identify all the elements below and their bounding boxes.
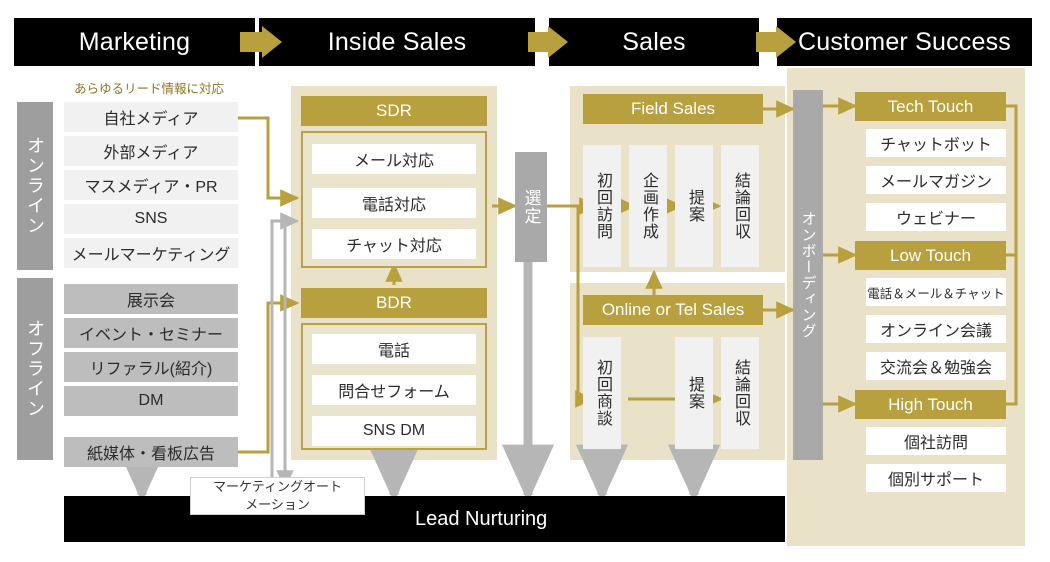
tech-touch-header[interactable]: Tech Touch <box>855 92 1006 121</box>
low-touch-item-3[interactable]: 交流会＆勉強会 <box>866 352 1006 380</box>
group-item-label: 個社訪問 <box>903 435 968 452</box>
lead-source-label: マスメディア・PR <box>84 179 218 196</box>
lead-source-label: 自社メディア <box>103 111 199 128</box>
phase-label: Marketing <box>78 27 191 56</box>
sdr-item-1[interactable]: メール対応 <box>312 144 476 174</box>
low-touch-item-1[interactable]: 電話＆メール＆チャット <box>866 278 1006 306</box>
phase-header-marketing[interactable]: Marketing <box>14 18 255 66</box>
lead-source-offline-5[interactable]: 紙媒体・看板広告 <box>64 437 238 467</box>
online-tel-step-2[interactable]: 提案 <box>675 337 713 449</box>
sdr-item-label: チャット対応 <box>346 238 442 255</box>
group-title: Tech Touch <box>887 96 974 116</box>
group-title: High Touch <box>888 394 973 414</box>
bdr-item-label: SNS DM <box>362 422 426 439</box>
sdr-item-label: メール対応 <box>353 153 434 170</box>
group-item-label: 電話＆メール＆チャット <box>867 286 1005 301</box>
field-sales-header[interactable]: Field Sales <box>583 94 763 124</box>
phase-label: Inside Sales <box>327 27 467 56</box>
bdr-item-1[interactable]: 電話 <box>312 334 476 364</box>
lead-source-offline-1[interactable]: 展示会 <box>64 284 238 314</box>
field-sales-title: Field Sales <box>630 99 716 118</box>
step-label: 結論回収 <box>732 172 749 240</box>
high-touch-item-1[interactable]: 個社訪問 <box>866 427 1006 455</box>
phase-label: Sales <box>622 27 686 56</box>
step-label: 初回訪問 <box>594 172 611 240</box>
bdr-item-2[interactable]: 問合せフォーム <box>312 375 476 405</box>
field-sales-step-4[interactable]: 結論回収 <box>721 145 759 267</box>
marketing-automation-box[interactable]: マーケティングオート メーション <box>190 477 365 515</box>
group-title: Low Touch <box>890 245 971 265</box>
lead-source-offline-4[interactable]: DM <box>64 386 238 416</box>
group-item-label: メールマガジン <box>879 174 992 191</box>
lead-source-label: メールマーケティング <box>71 247 231 264</box>
phase-header-customer-success[interactable]: Customer Success <box>777 18 1032 66</box>
lead-source-offline-3[interactable]: リファラル(紹介) <box>64 352 238 382</box>
step-label: 提案 <box>686 376 703 410</box>
bdr-title: BDR <box>376 293 412 312</box>
lead-source-online-3[interactable]: マスメディア・PR <box>64 170 238 200</box>
tech-touch-item-1[interactable]: チャットボット <box>866 129 1006 157</box>
online-tel-step-1[interactable]: 初回商談 <box>583 337 621 449</box>
field-sales-step-1[interactable]: 初回訪問 <box>583 145 621 267</box>
marketing-automation-label: マーケティングオート メーション <box>213 479 342 512</box>
lead-source-label: DM <box>138 392 164 409</box>
group-item-label: 交流会＆勉強会 <box>879 360 992 377</box>
lead-source-label: 外部メディア <box>103 145 199 162</box>
sidebar-online-label: オンライン <box>25 136 45 236</box>
lead-source-label: 紙媒体・看板広告 <box>86 446 215 463</box>
onboarding-label: オンボーディング <box>799 211 817 339</box>
high-touch-header[interactable]: High Touch <box>855 390 1006 419</box>
onboarding-bar[interactable]: オンボーディング <box>793 90 823 460</box>
online-tel-sales-title: Online or Tel Sales <box>601 300 745 319</box>
sdr-item-label: 電話対応 <box>361 197 426 214</box>
bdr-header[interactable]: BDR <box>301 288 487 318</box>
high-touch-item-2[interactable]: 個別サポート <box>866 464 1006 492</box>
step-label: 提案 <box>686 189 703 223</box>
lead-source-label: リファラル(紹介) <box>89 361 213 378</box>
sdr-item-3[interactable]: チャット対応 <box>312 229 476 259</box>
low-touch-header[interactable]: Low Touch <box>855 241 1006 270</box>
low-touch-item-2[interactable]: オンライン会議 <box>866 315 1006 343</box>
online-tel-step-3[interactable]: 結論回収 <box>721 337 759 449</box>
lead-source-online-1[interactable]: 自社メディア <box>64 102 238 132</box>
bdr-item-3[interactable]: SNS DM <box>312 416 476 446</box>
bdr-item-label: 電話 <box>377 343 410 360</box>
sidebar-offline: オフライン <box>17 278 53 460</box>
sdr-header[interactable]: SDR <box>301 96 487 126</box>
lead-source-label: イベント・セミナー <box>78 327 223 344</box>
tech-touch-item-2[interactable]: メールマガジン <box>866 166 1006 194</box>
lead-source-label: 展示会 <box>126 293 175 310</box>
field-sales-step-3[interactable]: 提案 <box>675 145 713 267</box>
sdr-title: SDR <box>376 101 412 120</box>
lead-source-online-4[interactable]: SNS <box>64 204 238 234</box>
selection-box[interactable]: 選定 <box>515 152 547 262</box>
phase-label: Customer Success <box>798 27 1011 56</box>
phase-header-inside-sales[interactable]: Inside Sales <box>259 18 535 66</box>
lead-source-online-5[interactable]: メールマーケティング <box>64 238 238 268</box>
lead-source-label: SNS <box>134 210 168 227</box>
group-item-label: 個別サポート <box>887 472 984 489</box>
group-item-label: オンライン会議 <box>879 323 992 340</box>
step-label: 初回商談 <box>594 359 611 427</box>
sidebar-online: オンライン <box>17 102 53 270</box>
sidebar-offline-label: オフライン <box>25 319 45 419</box>
group-item-label: チャットボット <box>880 137 992 154</box>
lead-nurturing-label: Lead Nurturing <box>415 507 548 530</box>
group-item-label: ウェビナー <box>895 211 976 228</box>
lead-nurturing-bar: Lead Nurturing <box>64 496 785 542</box>
lead-source-offline-2[interactable]: イベント・セミナー <box>64 318 238 348</box>
step-label: 結論回収 <box>732 359 749 427</box>
diagram-canvas: Marketing Inside Sales Sales Customer Su… <box>0 0 1050 562</box>
marketing-caption: あらゆるリード情報に対応 <box>74 82 225 96</box>
selection-label: 選定 <box>521 189 541 225</box>
field-sales-step-2[interactable]: 企画作成 <box>629 145 667 267</box>
step-label: 企画作成 <box>640 172 657 240</box>
tech-touch-item-3[interactable]: ウェビナー <box>866 203 1006 231</box>
online-tel-sales-header[interactable]: Online or Tel Sales <box>583 295 763 325</box>
phase-header-sales[interactable]: Sales <box>549 18 759 66</box>
sdr-item-2[interactable]: 電話対応 <box>312 188 476 218</box>
lead-source-online-2[interactable]: 外部メディア <box>64 136 238 166</box>
bdr-item-label: 問合せフォーム <box>338 384 450 401</box>
